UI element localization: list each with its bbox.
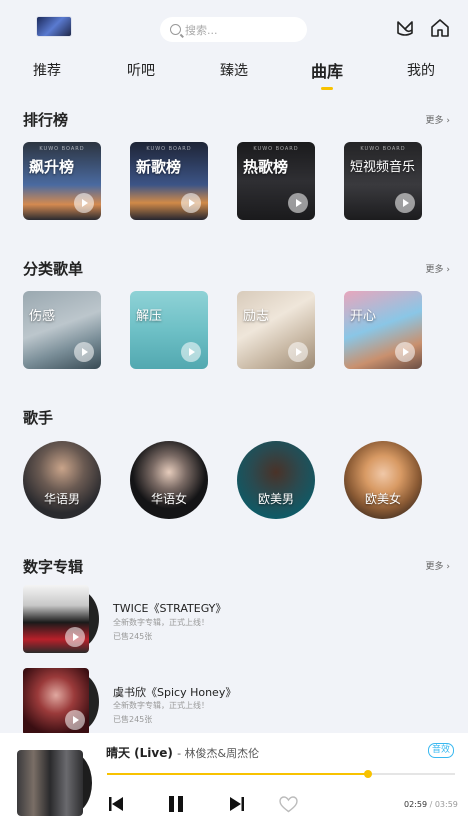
album-item[interactable] [23,668,99,736]
album-sold: 已售245张 [113,632,153,641]
playlist-card-happy[interactable]: 开心 [344,291,422,369]
chart-card-sub: KUWO BOARD [146,146,192,152]
heart-icon[interactable] [279,796,298,813]
progress-fill [107,773,368,775]
playlist-card-label: 励志 [243,309,270,324]
headset-icon[interactable] [394,17,416,39]
mini-player: 晴天 (Live) - 林俊杰&周杰伦 音效 02:59 / 03:59 [0,733,468,832]
chart-card-label: 飙升榜 [29,158,75,176]
progress-knob[interactable] [364,770,372,778]
playlist-card-sad[interactable]: 伤感 [23,291,101,369]
search-icon [170,24,181,35]
singer-label: 华语女 [150,492,187,506]
playlist-card-label: 伤感 [29,309,56,324]
chart-card-sub: KUWO BOARD [39,146,85,152]
singer-chinese-female[interactable]: 华语女 [130,441,208,519]
search-placeholder: 搜索... [185,23,218,37]
play-icon[interactable] [65,627,85,647]
sound-effect-badge[interactable]: 音效 [428,743,455,758]
charts-more-link[interactable]: 更多 › [426,113,450,126]
tab-selected[interactable]: 臻选 [220,60,248,80]
top-bar: 搜索... [0,0,468,56]
play-icon[interactable] [288,193,308,213]
chart-card-sub: KUWO BOARD [360,146,406,152]
album-desc: 全新数字专辑，正式上线！ [113,618,209,627]
play-icon[interactable] [395,342,415,362]
progress-bar[interactable] [107,770,455,778]
search-input[interactable]: 搜索... [160,17,307,42]
singer-label: 欧美女 [364,492,401,506]
next-icon[interactable] [229,796,245,812]
nav-tabs: 推荐 听吧 臻选 曲库 我的 [0,60,468,88]
singers-title: 歌手 [23,409,54,427]
playlist-card-label: 开心 [350,309,377,324]
chart-card-label: 热歌榜 [243,158,289,176]
charts-title: 排行榜 [23,111,69,129]
play-icon[interactable] [395,193,415,213]
pause-icon[interactable] [167,796,185,812]
chart-card-label: 短视频音乐 [350,160,416,175]
playlist-card-inspire[interactable]: 励志 [237,291,315,369]
play-icon[interactable] [74,342,94,362]
chart-card-hot[interactable]: KUWO BOARD 热歌榜 [237,142,315,220]
album-item[interactable] [23,585,99,653]
player-cover[interactable] [17,750,83,816]
singer-western-female[interactable]: 欧美女 [344,441,422,519]
chart-card-sub: KUWO BOARD [253,146,299,152]
play-icon[interactable] [181,342,201,362]
singer-chinese-male[interactable]: 华语男 [23,441,101,519]
playlists-more-link[interactable]: 更多 › [426,262,450,275]
album-title[interactable]: TWICE《STRATEGY》 [113,600,226,616]
chart-card-label: 新歌榜 [136,158,182,176]
album-title[interactable]: 虞书欣《Spicy Honey》 [113,684,236,700]
home-icon[interactable] [429,17,451,39]
tab-mine[interactable]: 我的 [407,60,435,80]
play-icon[interactable] [65,710,85,730]
playlists-title: 分类歌单 [23,260,84,278]
now-playing-title[interactable]: 晴天 (Live) - 林俊杰&周杰伦 [106,744,259,761]
playlist-card-relax[interactable]: 解压 [130,291,208,369]
singer-western-male[interactable]: 欧美男 [237,441,315,519]
singer-label: 华语男 [43,492,80,506]
play-icon[interactable] [288,342,308,362]
album-desc: 全新数字专辑，正式上线！ [113,701,209,710]
albums-more-link[interactable]: 更多 › [426,559,450,572]
avatar[interactable] [36,16,72,37]
playlist-card-label: 解压 [136,309,163,324]
albums-title: 数字专辑 [23,558,84,576]
chart-card-new[interactable]: KUWO BOARD 新歌榜 [130,142,208,220]
tab-library[interactable]: 曲库 [311,58,343,82]
previous-icon[interactable] [108,796,124,812]
play-icon[interactable] [74,193,94,213]
chart-card-rising[interactable]: KUWO BOARD 飙升榜 [23,142,101,220]
singer-label: 欧美男 [257,492,294,506]
chart-card-short-video[interactable]: KUWO BOARD 短视频音乐 [344,142,422,220]
album-sold: 已售245张 [113,715,153,724]
time-display: 02:59 / 03:59 [404,800,458,809]
tab-listen[interactable]: 听吧 [127,60,155,80]
tab-recommend[interactable]: 推荐 [33,60,61,80]
play-icon[interactable] [181,193,201,213]
